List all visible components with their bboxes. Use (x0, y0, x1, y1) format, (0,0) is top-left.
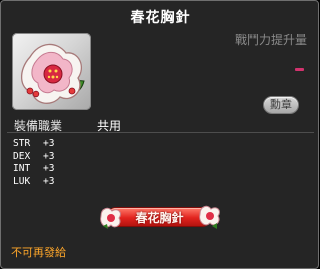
combat-power-indicator (295, 68, 304, 71)
stat-row: LUK +3 (13, 176, 54, 189)
stat-value: +3 (43, 138, 55, 149)
set-name: 春花胸針 (135, 211, 184, 225)
stat-name: STR (13, 138, 31, 149)
trade-restriction-note: 不可再發給 (11, 246, 66, 259)
stat-name: LUK (13, 175, 31, 187)
stat-value: +3 (43, 163, 55, 174)
divider (7, 132, 314, 133)
spring-flower-brooch-icon (20, 43, 85, 104)
stat-name: DEX (13, 150, 31, 162)
stat-name: INT (13, 163, 31, 174)
stat-value: +3 (43, 175, 55, 187)
stat-row: INT +3 (13, 163, 54, 176)
medal-button[interactable]: 勳章 (264, 97, 298, 113)
stat-row: DEX +3 (13, 151, 54, 164)
stat-row: STR +3 (13, 138, 54, 151)
item-icon-frame (12, 33, 91, 110)
stat-value: +3 (43, 150, 55, 162)
stat-list: STR +3 DEX +3 INT +3 LUK +3 (13, 138, 54, 188)
item-tooltip: 春花胸針 戰鬥力提升量 勳章 裝備職業 共用 STR +3 DEX +3 INT… (0, 0, 319, 269)
item-title: 春花胸針 (130, 10, 191, 26)
set-banner: 春花胸針 (97, 204, 222, 234)
combat-power-label: 戰鬥力提升量 (234, 33, 307, 47)
